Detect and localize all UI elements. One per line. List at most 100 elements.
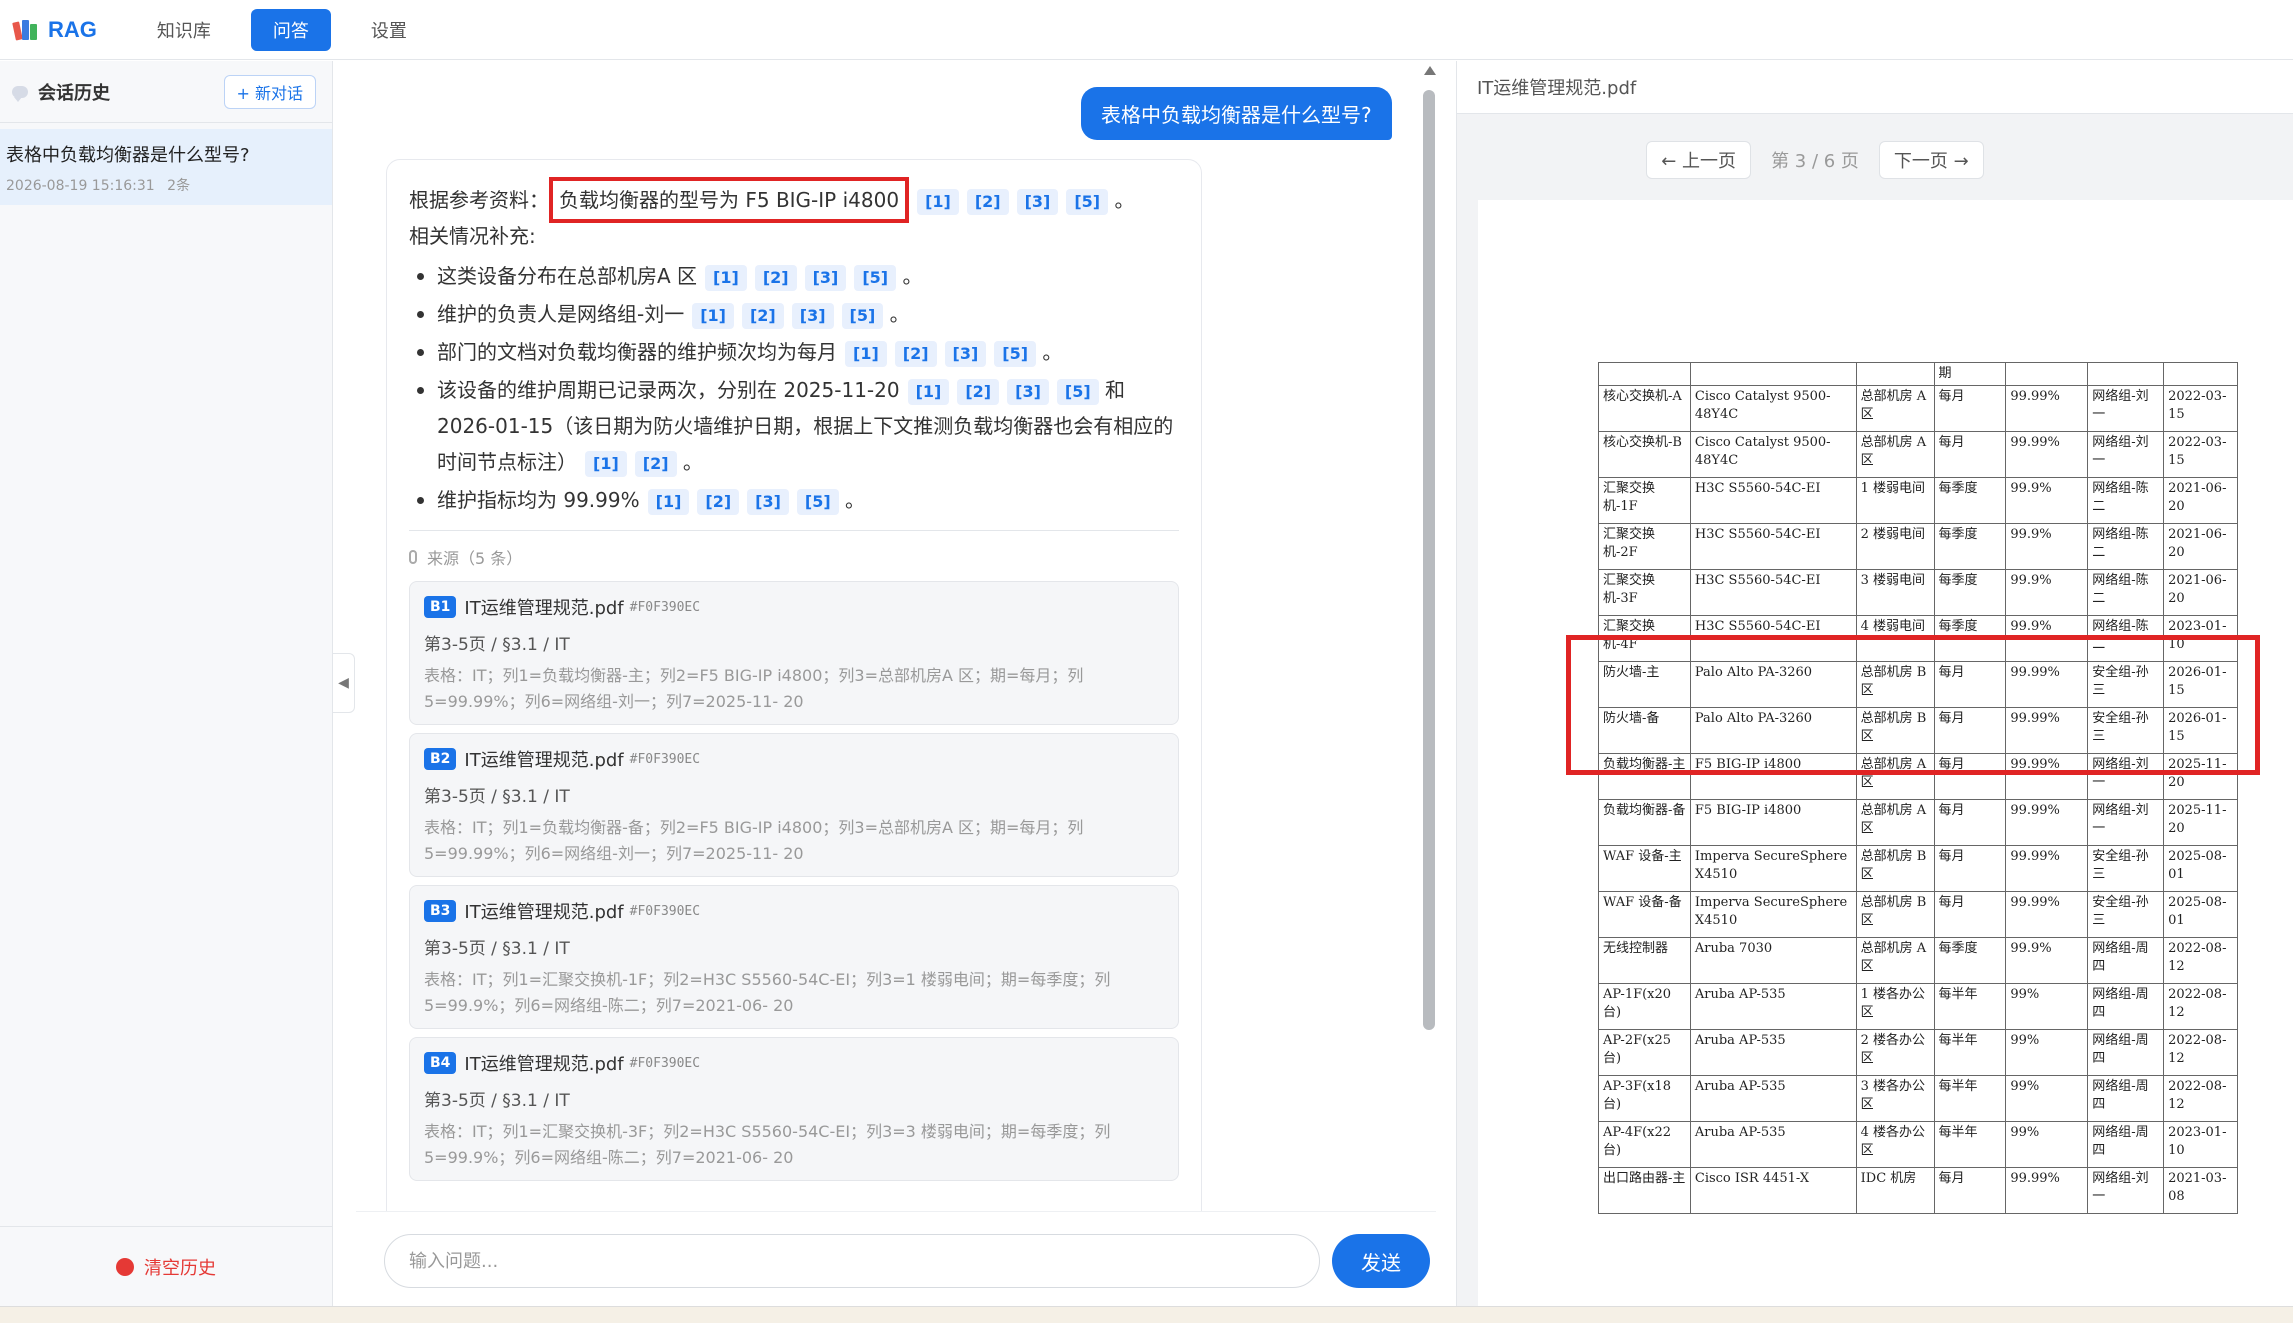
citation-link[interactable]: [2]: [957, 378, 1000, 405]
new-chat-button[interactable]: + 新对话: [223, 74, 316, 109]
pdf-table-cell: 2021-06-20: [2163, 523, 2238, 570]
pdf-table-cell: 2022-08-12: [2163, 937, 2238, 984]
pdf-table-cell: 每月: [1933, 1167, 2007, 1214]
pdf-table-cell: 总部机房 B 区: [1855, 891, 1935, 938]
chat-scrollbar[interactable]: [1422, 66, 1436, 1226]
scroll-up-arrow-icon[interactable]: [1424, 66, 1436, 75]
citation-link[interactable]: [1]: [845, 340, 887, 367]
source-filename: IT运维管理规范.pdf: [464, 1054, 624, 1075]
citation-link[interactable]: [1]: [705, 264, 747, 291]
pager: ← 上一页 第 3 / 6 页 下一页 →: [1397, 141, 2233, 179]
source-snippet: 表格：IT；列1=汇聚交换机-3F；列2=H3C S5560-54C-EI；列3…: [424, 1122, 1111, 1167]
pdf-table-cell: 网络组-周四: [2087, 983, 2165, 1030]
citation-link[interactable]: [3]: [791, 302, 834, 329]
pdf-table-cell: 2025-08-01: [2163, 845, 2238, 892]
source-badge: B2: [424, 748, 457, 770]
citation-link[interactable]: [2]: [697, 488, 740, 515]
next-page-button[interactable]: 下一页 →: [1878, 141, 1984, 179]
citation-link[interactable]: [3]: [944, 340, 987, 367]
citation-link[interactable]: [1]: [692, 302, 734, 329]
citation-link[interactable]: [3]: [747, 488, 789, 515]
pdf-table-row: AP-2F(x25台) Aruba AP-535 2 楼各办公区 每半年 99% 网络组-…: [1598, 1029, 2238, 1076]
pdf-table-cell: 每季度: [1933, 569, 2007, 616]
pdf-table-row: WAF 设备-主 Imperva SecureSphere X4510 总部机房 B…: [1598, 845, 2238, 892]
source-filename: IT运维管理规范.pdf: [464, 598, 624, 619]
answer-intro: 根据参考资料： 负载均衡器的型号为 F5 BIG-IP i4800 [1] [2] [3…: [409, 177, 1179, 223]
bullet-text: 维护的负责人是网络组-刘一: [437, 302, 685, 326]
pdf-table-row: 期: [1598, 362, 2238, 386]
source-card[interactable]: B3 IT运维管理规范.pdf #F0F390EC 第3-5页 / §3.1 /…: [409, 885, 1179, 1029]
answer-bullets: 这类设备分布在总部机房A 区 [1] [2] [3] [5] 。 维护的负责人是网络组-…: [409, 258, 1179, 518]
citation-link[interactable]: [5]: [796, 488, 839, 515]
answer-highlight: 负载均衡器的型号为 F5 BIG-IP i4800: [549, 177, 910, 223]
pdf-highlight-box: [1566, 635, 2260, 775]
nav-settings[interactable]: 设置: [349, 9, 429, 51]
pdf-table-cell: Aruba AP-535: [1689, 983, 1857, 1030]
app-logo[interactable]: RAG: [12, 17, 97, 43]
bullet-text: 这类设备分布在总部机房A 区: [437, 264, 698, 288]
pdf-table-cell: 99.9%: [2005, 569, 2089, 616]
collapse-sidebar-button[interactable]: ◀: [333, 653, 355, 713]
source-card[interactable]: B4 IT运维管理规范.pdf #F0F390EC 第3-5页 / §3.1 /…: [409, 1037, 1179, 1181]
pdf-table-cell: [2005, 362, 2089, 386]
citation-link[interactable]: [2]: [741, 302, 784, 329]
source-hash: #F0F390EC: [629, 751, 701, 767]
pdf-table-cell: 汇聚交换机-3F: [1598, 569, 1691, 616]
citation-link[interactable]: [2]: [966, 188, 1009, 215]
pdf-table-row: 汇聚交换机-1F H3C S5560-54C-EI 1 楼弱电间 每季度 99.9% 网络…: [1598, 477, 2238, 524]
pdf-table-cell: F5 BIG-IP i4800: [1689, 799, 1857, 846]
pdf-table-cell: 99.9%: [2005, 937, 2089, 984]
citation-link[interactable]: [1]: [907, 378, 950, 405]
citation-link[interactable]: [1]: [917, 188, 959, 215]
pdf-table-cell: 总部机房 A 区: [1855, 799, 1935, 846]
citation-link[interactable]: [1]: [647, 488, 690, 515]
pdf-table-cell: 99.99%: [2005, 431, 2089, 478]
pdf-table-row: 汇聚交换机-2F H3C S5560-54C-EI 2 楼弱电间 每季度 99.9% 网络…: [1598, 523, 2238, 570]
pdf-table-cell: 总部机房 A 区: [1855, 385, 1935, 432]
citation-link[interactable]: [5]: [854, 264, 897, 291]
citation-link[interactable]: [2]: [634, 450, 677, 477]
prev-page-button[interactable]: ← 上一页: [1646, 141, 1752, 179]
source-card[interactable]: B1 IT运维管理规范.pdf #F0F390EC 第3-5页 / §3.1 /…: [409, 581, 1179, 725]
pdf-table-cell: [1855, 362, 1935, 386]
citation-link[interactable]: [2]: [894, 340, 937, 367]
citation-link[interactable]: [2]: [754, 264, 797, 291]
source-header: B1 IT运维管理规范.pdf #F0F390EC: [424, 594, 1164, 620]
source-hash: #F0F390EC: [629, 903, 701, 919]
pdf-table-cell: 每月: [1933, 891, 2007, 938]
bullet-suffix: 。: [889, 302, 910, 326]
citation-link[interactable]: [5]: [841, 302, 884, 329]
bottom-strip: [0, 1306, 2293, 1323]
citation-link[interactable]: [1]: [585, 450, 627, 477]
citation-link[interactable]: [3]: [804, 264, 847, 291]
pdf-table-cell: 每半年: [1933, 983, 2007, 1030]
pdf-table-cell: 总部机房 A 区: [1855, 937, 1935, 984]
clear-history-button[interactable]: 清空历史: [116, 1254, 216, 1280]
pdf-table-cell: 2 楼弱电间: [1855, 523, 1935, 570]
pdf-table-cell: 2022-08-12: [2163, 983, 2238, 1030]
pdf-table-cell: 2022-08-12: [2163, 1029, 2238, 1076]
pdf-table-cell: 每月: [1933, 799, 2007, 846]
citation-link[interactable]: [5]: [1066, 188, 1109, 215]
pdf-table-cell: 99%: [2005, 1029, 2089, 1076]
sources-header: 来源（5 条）: [409, 545, 1179, 569]
pdf-table-cell: 99%: [2005, 1121, 2089, 1168]
pdf-table-cell: 网络组-刘一: [2087, 799, 2165, 846]
pdf-table-cell: 1 楼各办公区: [1855, 983, 1935, 1030]
citation-link[interactable]: [3]: [1007, 378, 1049, 405]
question-input[interactable]: [384, 1234, 1320, 1288]
nav-qa[interactable]: 问答: [250, 8, 331, 51]
pdf-table-cell: 每月: [1933, 845, 2007, 892]
pdf-table-cell: Aruba 7030: [1689, 937, 1857, 984]
citation-link[interactable]: [5]: [1056, 378, 1099, 405]
scrollbar-thumb[interactable]: [1423, 90, 1435, 1030]
chevron-left-icon: ◀: [338, 675, 349, 691]
nav-knowledge-base[interactable]: 知识库: [135, 9, 233, 51]
session-item[interactable]: 表格中负载均衡器是什么型号? 2026-08-19 15:16:31 2条: [0, 129, 332, 205]
citation-link[interactable]: [3]: [1016, 188, 1059, 215]
citation-link[interactable]: [5]: [994, 340, 1037, 367]
source-card[interactable]: B2 IT运维管理规范.pdf #F0F390EC 第3-5页 / §3.1 /…: [409, 733, 1179, 877]
pdf-table-cell: 2 楼各办公区: [1855, 1029, 1935, 1076]
send-button[interactable]: 发送: [1332, 1234, 1430, 1288]
pdf-table-cell: 每季度: [1933, 477, 2007, 524]
